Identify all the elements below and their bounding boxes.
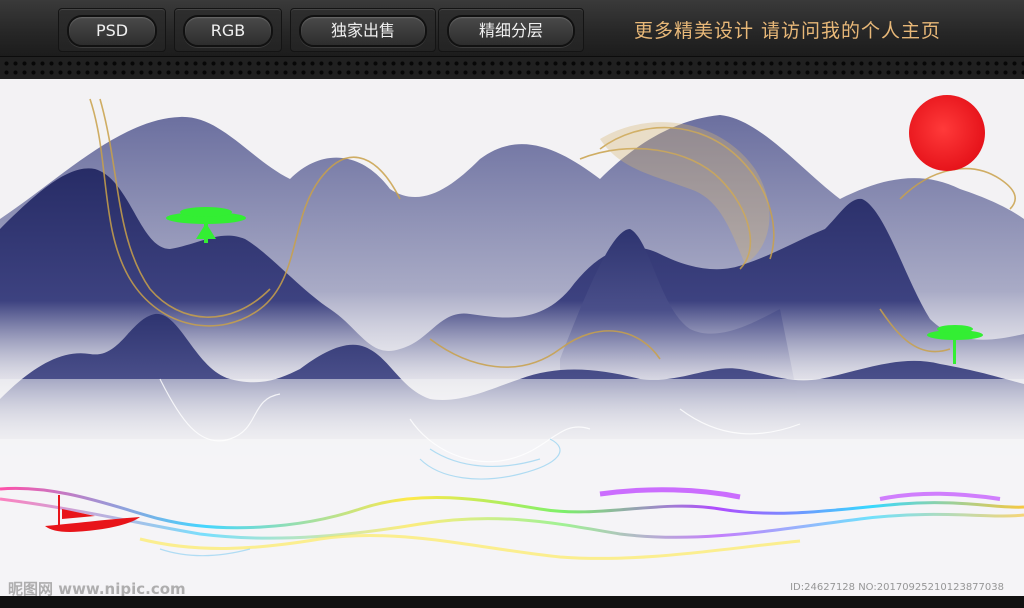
promo-text[interactable]: 更多精美设计 请访问我的个人主页 (634, 16, 941, 43)
top-toolbar: PSD RGB 独家出售 精细分层 更多精美设计 请访问我的个人主页 (0, 0, 1024, 57)
watermark-id: ID:24627128 NO:20170925210123877038 (790, 582, 1004, 593)
perforated-divider (0, 57, 1024, 79)
red-sun (909, 95, 985, 171)
tab-layered[interactable]: 精细分层 (438, 8, 584, 52)
tab-rgb[interactable]: RGB (174, 8, 282, 52)
tab-exclusive-label[interactable]: 独家出售 (299, 15, 427, 47)
tab-psd[interactable]: PSD (58, 8, 166, 52)
landscape-artwork (0, 79, 1024, 596)
footer-strip (0, 596, 1024, 608)
landscape-svg (0, 95, 1024, 596)
tab-exclusive[interactable]: 独家出售 (290, 8, 436, 52)
tab-layered-label[interactable]: 精细分层 (447, 15, 575, 47)
tab-rgb-label[interactable]: RGB (183, 15, 273, 47)
tab-psd-label[interactable]: PSD (67, 15, 157, 47)
